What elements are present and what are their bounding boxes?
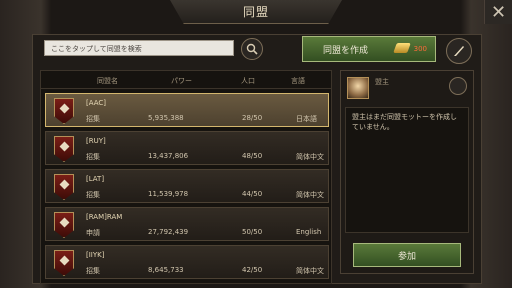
alliance-language: 简体中文 xyxy=(296,153,324,161)
create-cost: 300 xyxy=(413,45,427,53)
leader-avatar xyxy=(347,77,369,99)
alliance-power: 13,437,806 xyxy=(148,152,189,160)
col-language: 言語 xyxy=(291,77,305,85)
create-alliance-label: 同盟を作成 xyxy=(323,45,369,56)
alliance-power: 8,645,733 xyxy=(148,266,184,274)
alliance-row[interactable]: [IIYK] 招集 8,645,733 42/50 简体中文 xyxy=(45,245,329,279)
alliance-list[interactable]: 同盟名 パワー 人口 言語 [AAC] 招集 5,935,388 28/50 日… xyxy=(40,70,332,284)
join-button[interactable]: 参加 xyxy=(353,243,461,267)
alliance-row[interactable]: [AAC] 招集 5,935,388 28/50 日本語 xyxy=(45,93,329,127)
list-header: 同盟名 パワー 人口 言語 xyxy=(41,71,331,89)
alliance-type: 申請 xyxy=(86,229,100,237)
alliance-population: 44/50 xyxy=(242,190,263,198)
alliance-emblem-icon xyxy=(54,250,74,276)
motto-box: 盟主はまだ同盟モットーを作成していません。 xyxy=(345,107,469,233)
gold-icon xyxy=(393,43,411,53)
settings-button[interactable] xyxy=(446,38,472,64)
alliance-type: 招集 xyxy=(86,267,100,275)
alliance-language: English xyxy=(296,228,322,236)
alliance-emblem-icon xyxy=(54,136,74,162)
alliance-emblem-icon xyxy=(54,212,74,238)
message-button[interactable] xyxy=(449,77,467,95)
alliance-row[interactable]: [RAM]RAM 申請 27,792,439 50/50 English xyxy=(45,207,329,241)
alliance-type: 招集 xyxy=(86,115,100,123)
alliance-power: 27,792,439 xyxy=(148,228,189,236)
quill-icon xyxy=(454,46,464,56)
search-placeholder: ここをタップして同盟を検索 xyxy=(51,45,142,53)
alliance-population: 50/50 xyxy=(242,228,263,236)
motto-text: 盟主はまだ同盟モットーを作成していません。 xyxy=(352,113,457,131)
col-power: パワー xyxy=(171,77,192,85)
alliance-emblem-icon xyxy=(54,98,74,124)
alliance-name: [IIYK] xyxy=(86,251,105,259)
alliance-population: 28/50 xyxy=(242,114,263,122)
col-name: 同盟名 xyxy=(97,77,118,85)
title-bar: 同盟 xyxy=(170,0,342,24)
alliance-name: [RAM]RAM xyxy=(86,213,123,221)
alliance-detail-panel: 盟主 盟主はまだ同盟モットーを作成していません。 参加 xyxy=(340,70,474,274)
alliance-name: [LAT] xyxy=(86,175,105,183)
search-button[interactable] xyxy=(241,38,263,60)
alliance-population: 42/50 xyxy=(242,266,263,274)
alliance-emblem-icon xyxy=(54,174,74,200)
alliance-power: 11,539,978 xyxy=(148,190,189,198)
alliance-language: 简体中文 xyxy=(296,267,324,275)
alliance-type: 招集 xyxy=(86,191,100,199)
alliance-row[interactable]: [LAT] 招集 11,539,978 44/50 简体中文 xyxy=(45,169,329,203)
alliance-name: [RUY] xyxy=(86,137,106,145)
col-population: 人口 xyxy=(241,77,255,85)
create-alliance-button[interactable]: 同盟を作成 300 xyxy=(302,36,436,62)
alliance-name: [AAC] xyxy=(86,99,106,107)
join-label: 参加 xyxy=(397,251,416,262)
alliance-language: 简体中文 xyxy=(296,191,324,199)
alliance-population: 48/50 xyxy=(242,152,263,160)
close-icon: ✕ xyxy=(490,1,507,23)
alliance-language: 日本語 xyxy=(296,115,317,123)
search-input[interactable]: ここをタップして同盟を検索 xyxy=(44,40,234,56)
close-button[interactable]: ✕ xyxy=(484,0,512,24)
alliance-type: 招集 xyxy=(86,153,100,161)
alliance-row[interactable]: [RUY] 招集 13,437,806 48/50 简体中文 xyxy=(45,131,329,165)
search-icon xyxy=(246,43,258,55)
alliance-power: 5,935,388 xyxy=(148,114,184,122)
page-title: 同盟 xyxy=(242,5,269,19)
leader-label: 盟主 xyxy=(375,78,389,86)
